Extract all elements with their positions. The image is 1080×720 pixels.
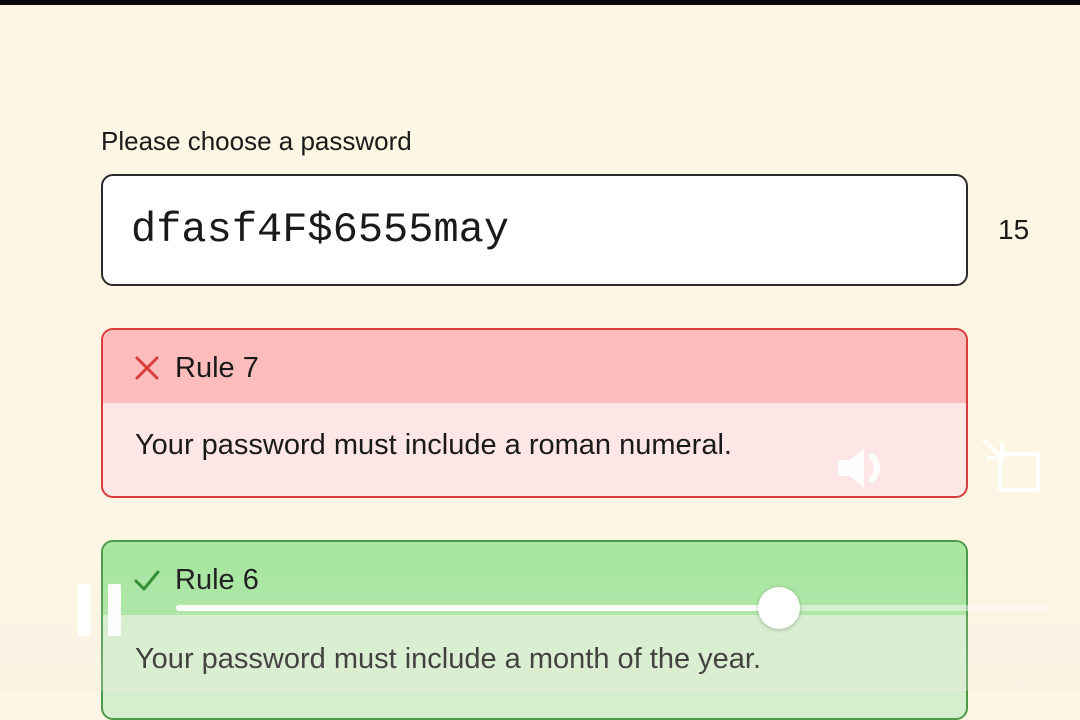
character-count: 15 [998, 214, 1030, 245]
password-input[interactable]: dfasf4F$6555may [101, 174, 968, 286]
rule-title: Rule 6 [175, 564, 259, 596]
rule-title: Rule 7 [175, 352, 259, 384]
check-icon [134, 570, 160, 591]
screen-rotate-icon[interactable] [980, 434, 1042, 496]
seek-bar-progress [176, 605, 780, 611]
rule-description: Your password must include a roman numer… [135, 429, 732, 461]
rule-description: Your password must include a month of th… [135, 643, 762, 675]
rule-header: Rule 7 [103, 330, 966, 403]
top-bar [0, 0, 1080, 5]
rule-card-passed: Rule 6 Your password must include a mont… [101, 540, 968, 720]
seek-bar-thumb[interactable] [758, 587, 801, 629]
password-input-value: dfasf4F$6555may [131, 206, 510, 254]
pause-icon[interactable] [76, 582, 128, 638]
password-prompt-label: Please choose a password [101, 126, 412, 156]
cross-icon [135, 356, 159, 380]
speaker-icon[interactable] [834, 438, 894, 498]
seek-bar[interactable] [176, 587, 1050, 629]
